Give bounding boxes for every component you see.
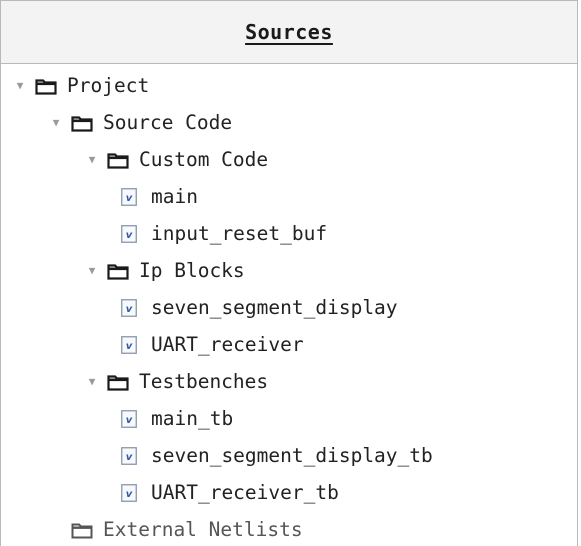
tree-item-testbenches[interactable]: ▼ Testbenches: [1, 363, 577, 400]
tree-item-uart-receiver[interactable]: v UART_receiver: [1, 326, 577, 363]
folder-icon: [107, 151, 129, 169]
tree-item-label: Ip Blocks: [139, 259, 245, 282]
tree-item-label: Source Code: [103, 111, 233, 134]
verilog-file-icon: v: [121, 483, 137, 502]
verilog-file-icon: v: [121, 224, 137, 243]
verilog-file-icon: v: [121, 298, 137, 317]
tree-item-label: Project: [67, 74, 150, 97]
svg-text:v: v: [126, 304, 133, 315]
tree-item-project[interactable]: ▼ Project: [1, 67, 577, 104]
svg-text:v: v: [126, 452, 133, 463]
verilog-file-icon: v: [121, 409, 137, 428]
triangle-down-icon[interactable]: ▼: [49, 116, 63, 129]
tree-item-main-tb[interactable]: v main_tb: [1, 400, 577, 437]
triangle-down-icon[interactable]: ▼: [85, 264, 99, 277]
tree-item-label: main: [151, 185, 198, 208]
tree-item-external-netlists[interactable]: External Netlists: [1, 511, 577, 546]
tree-item-label: UART_receiver_tb: [151, 481, 339, 504]
svg-text:v: v: [126, 489, 133, 500]
svg-text:v: v: [126, 415, 133, 426]
svg-text:v: v: [126, 230, 133, 241]
tree-item-custom-code[interactable]: ▼ Custom Code: [1, 141, 577, 178]
tree-item-ip-blocks[interactable]: ▼ Ip Blocks: [1, 252, 577, 289]
tree-item-source-code[interactable]: ▼ Source Code: [1, 104, 577, 141]
tree-item-label: seven_segment_display: [151, 296, 398, 319]
triangle-down-icon[interactable]: ▼: [85, 375, 99, 388]
verilog-file-icon: v: [121, 187, 137, 206]
svg-text:v: v: [126, 341, 133, 352]
svg-text:v: v: [126, 193, 133, 204]
verilog-file-icon: v: [121, 335, 137, 354]
folder-icon: [107, 262, 129, 280]
sources-panel: Sources ▼ Project ▼ Source Code ▼ Custom Code…: [0, 0, 578, 546]
source-tree: ▼ Project ▼ Source Code ▼ Custom Code v main v in…: [1, 64, 577, 546]
panel-header: Sources: [1, 0, 577, 64]
tree-item-label: External Netlists: [103, 518, 303, 541]
tree-item-label: UART_receiver: [151, 333, 304, 356]
folder-icon: [35, 77, 57, 95]
tree-item-label: Custom Code: [139, 148, 269, 171]
tree-item-input-reset-buf[interactable]: v input_reset_buf: [1, 215, 577, 252]
tree-item-label: main_tb: [151, 407, 234, 430]
folder-icon: [107, 373, 129, 391]
tree-item-uart-receiver-tb[interactable]: v UART_receiver_tb: [1, 474, 577, 511]
tree-item-main[interactable]: v main: [1, 178, 577, 215]
triangle-down-icon[interactable]: ▼: [13, 79, 27, 92]
tree-item-label: Testbenches: [139, 370, 269, 393]
tree-item-label: seven_segment_display_tb: [151, 444, 433, 467]
verilog-file-icon: v: [121, 446, 137, 465]
tree-item-seven-segment-display[interactable]: v seven_segment_display: [1, 289, 577, 326]
panel-title: Sources: [245, 20, 333, 44]
tree-item-label: input_reset_buf: [151, 222, 328, 245]
tree-item-seven-segment-display-tb[interactable]: v seven_segment_display_tb: [1, 437, 577, 474]
folder-icon: [71, 521, 93, 539]
triangle-down-icon[interactable]: ▼: [85, 153, 99, 166]
folder-icon: [71, 114, 93, 132]
